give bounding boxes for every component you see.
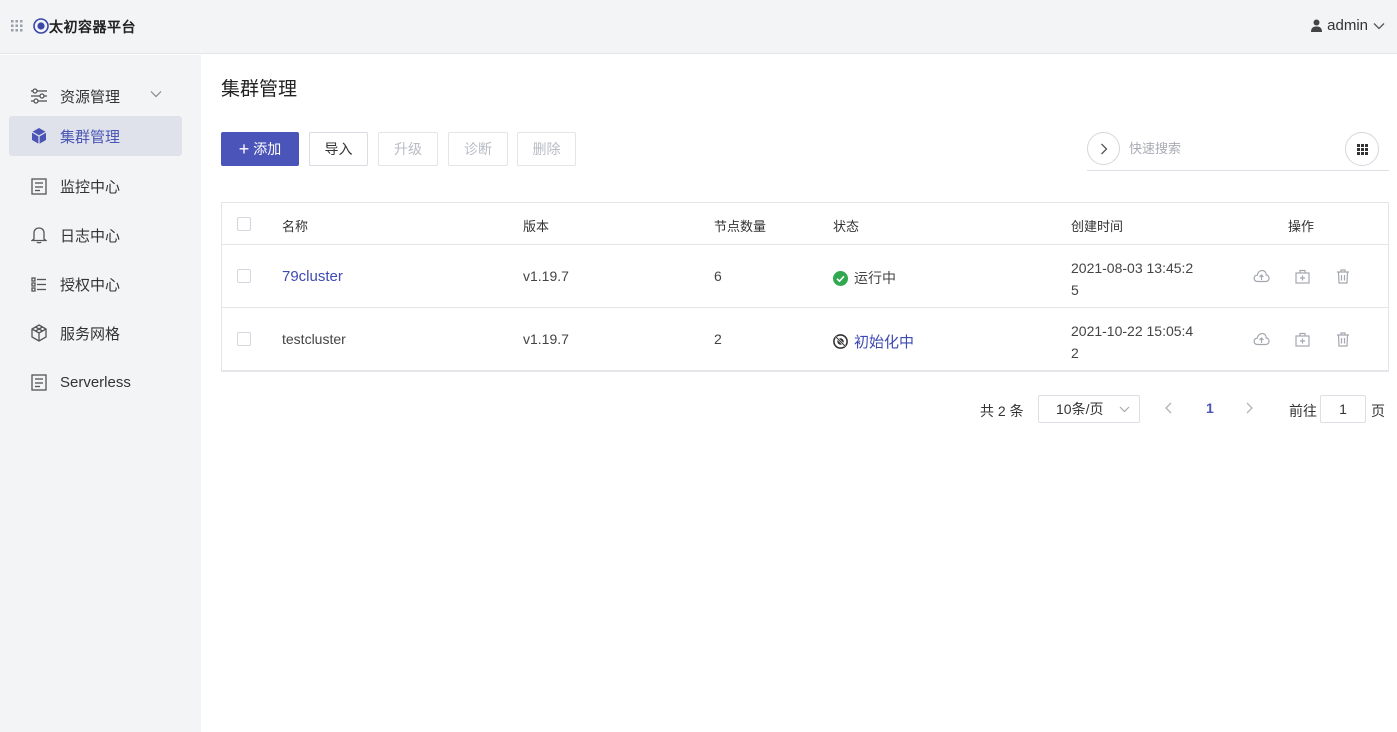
row-checkbox[interactable] — [237, 332, 251, 346]
status-badge[interactable]: 初始化中 — [833, 331, 914, 352]
status-text: 初始化中 — [854, 334, 915, 351]
row-checkbox[interactable] — [237, 269, 251, 283]
column-header-status[interactable]: 状态 — [833, 216, 859, 235]
column-header-nodes[interactable]: 节点数量 — [714, 216, 766, 235]
add-button-label: 添加 — [253, 141, 282, 157]
diagnose-button[interactable]: 诊断 — [448, 132, 508, 166]
plus-icon: + — [238, 139, 250, 159]
column-header-created[interactable]: 创建时间 — [1071, 216, 1123, 235]
cluster-node-count: 6 — [714, 268, 722, 284]
chevron-down-icon — [1119, 406, 1130, 413]
sidebar-item-label: 监控中心 — [60, 178, 121, 196]
cluster-version: v1.19.7 — [523, 331, 569, 347]
column-settings-button[interactable] — [1345, 132, 1379, 166]
diagnose-kit-icon[interactable] — [1293, 267, 1311, 285]
goto-suffix: 页 — [1371, 403, 1385, 419]
created-time-line2: 2 — [1071, 345, 1079, 361]
username: admin — [1327, 17, 1368, 34]
cluster-name[interactable]: testcluster — [282, 331, 346, 347]
top-bar: 太初容器平台 admin — [0, 0, 1397, 54]
current-page-number[interactable]: 1 — [1206, 400, 1214, 416]
initializing-icon — [833, 334, 848, 349]
next-page-icon[interactable] — [1244, 401, 1254, 415]
table-header: 名称 版本 节点数量 状态 创建时间 操作 — [222, 203, 1388, 245]
sidebar-item-auth[interactable]: 授权中心 — [9, 264, 182, 304]
table-row[interactable]: testcluster v1.19.7 2 初始化中 2021-10-22 15… — [222, 308, 1388, 371]
sidebar-item-monitor[interactable]: 监控中心 — [9, 166, 182, 206]
pagination-total: 共 2 条 — [980, 403, 1024, 419]
sidebar-item-label: Serverless — [60, 373, 131, 391]
select-all-checkbox[interactable] — [237, 217, 251, 231]
upgrade-cloud-icon[interactable] — [1252, 330, 1270, 348]
sidebar-item-cluster[interactable]: 集群管理 — [9, 116, 182, 156]
sidebar-item-mesh[interactable]: 服务网格 — [9, 313, 182, 353]
sidebar-item-resource[interactable]: 资源管理 — [9, 76, 182, 116]
status-badge: 运行中 — [833, 268, 896, 288]
search-bar — [1087, 129, 1389, 171]
check-circle-icon — [833, 270, 848, 286]
page-size-value: 10条/页 — [1056, 401, 1104, 417]
page-size-select[interactable]: 10条/页 — [1038, 395, 1140, 423]
status-text: 运行中 — [854, 270, 896, 286]
diagnose-kit-icon[interactable] — [1293, 330, 1311, 348]
created-time: 2021-08-03 13:45:2 5 — [1071, 257, 1193, 301]
prev-page-icon[interactable] — [1164, 401, 1174, 415]
chevron-down-icon — [1373, 22, 1385, 29]
column-header-actions: 操作 — [1288, 219, 1315, 234]
search-input[interactable] — [1129, 137, 1329, 159]
upgrade-button[interactable]: 升级 — [378, 132, 438, 166]
created-time: 2021-10-22 15:05:4 2 — [1071, 320, 1193, 364]
goto-label: 前往 — [1289, 403, 1317, 419]
trash-icon[interactable] — [1334, 330, 1352, 348]
monitor-doc-icon — [30, 177, 48, 195]
add-button[interactable]: + 添加 — [221, 132, 299, 166]
hexagon-icon — [30, 324, 48, 342]
user-menu[interactable]: admin — [1311, 17, 1385, 34]
goto-page-input[interactable] — [1320, 395, 1366, 423]
brand-logo-icon — [33, 18, 49, 34]
sidebar-item-label: 服务网格 — [60, 325, 121, 343]
sidebar-item-label: 日志中心 — [60, 227, 121, 245]
import-button[interactable]: 导入 — [309, 132, 368, 166]
sidebar-item-label: 资源管理 — [60, 88, 121, 106]
cluster-node-count: 2 — [714, 331, 722, 347]
sidebar-item-label: 集群管理 — [60, 128, 121, 146]
list-icon — [30, 275, 48, 293]
page-title: 集群管理 — [221, 79, 298, 100]
doc-icon — [30, 373, 48, 391]
sidebar-item-log[interactable]: 日志中心 — [9, 215, 182, 255]
sidebar-item-label: 授权中心 — [60, 276, 121, 294]
chevron-right-icon — [1100, 143, 1107, 154]
created-time-line1: 2021-10-22 15:05:4 — [1071, 323, 1194, 339]
upgrade-cloud-icon[interactable] — [1252, 267, 1270, 285]
cube-icon — [30, 127, 48, 145]
brand-name: 太初容器平台 — [49, 19, 136, 35]
cluster-version: v1.19.7 — [523, 268, 569, 284]
bell-icon — [30, 226, 48, 244]
app-grid-icon[interactable] — [11, 20, 23, 32]
column-header-version[interactable]: 版本 — [523, 216, 549, 235]
sliders-icon — [30, 87, 48, 105]
cluster-table: 名称 版本 节点数量 状态 创建时间 操作 79cluster v1.19.7 … — [221, 202, 1389, 372]
table-row[interactable]: 79cluster v1.19.7 6 运行中 2021-08-03 13:45… — [222, 245, 1388, 308]
user-icon — [1311, 19, 1323, 32]
delete-button[interactable]: 删除 — [517, 132, 576, 166]
trash-icon[interactable] — [1334, 267, 1352, 285]
created-time-line2: 5 — [1071, 282, 1079, 298]
column-header-name[interactable]: 名称 — [282, 216, 308, 235]
row-actions — [1252, 330, 1352, 348]
cluster-name-link[interactable]: 79cluster — [282, 268, 343, 285]
sidebar: 资源管理 集群管理 监控中心 日志中心 授权中心 服务网格 Serverless — [0, 55, 201, 732]
search-expand-button[interactable] — [1087, 132, 1120, 165]
row-actions — [1252, 267, 1352, 285]
sidebar-item-serverless[interactable]: Serverless — [9, 362, 182, 402]
grid-icon — [1356, 143, 1368, 155]
chevron-down-icon — [150, 91, 162, 98]
created-time-line1: 2021-08-03 13:45:2 — [1071, 260, 1194, 276]
